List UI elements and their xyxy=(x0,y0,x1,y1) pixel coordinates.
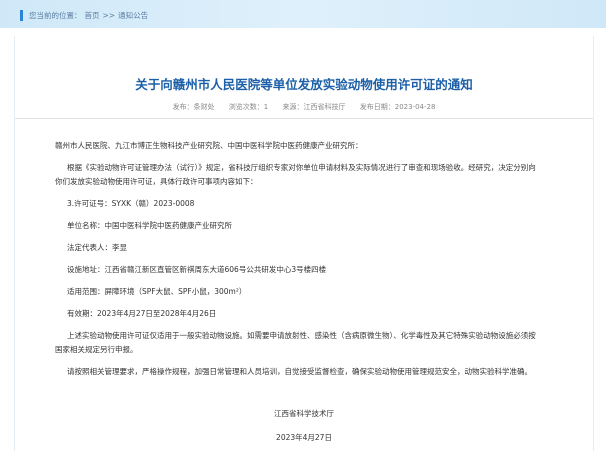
breadcrumb-marker xyxy=(20,9,23,21)
article-title: 关于向赣州市人民医院等单位发放实验动物使用许可证的通知 xyxy=(135,77,473,92)
breadcrumb-home-link[interactable]: 首页 xyxy=(85,10,100,21)
breadcrumb-section-link[interactable]: 通知公告 xyxy=(118,10,148,21)
license-number: 3.许可证号：SYXK（赣）2023-0008 xyxy=(67,199,195,208)
signature-date: 2023年4月27日 xyxy=(276,433,332,442)
title-divider xyxy=(15,118,593,119)
salutation: 赣州市人民医院、九江市博正生物科技产业研究院、中国中医科学院中医药健康产业研究所… xyxy=(55,141,363,150)
signature-org: 江西省科学技术厅 xyxy=(274,409,334,418)
location-bar: 您当前的位置： 首页 >> 通知公告 xyxy=(0,0,606,28)
applicable-scope: 适用范围：屏障环境（SPF大鼠、SPF小鼠，300m²） xyxy=(67,287,247,296)
unit-name: 单位名称：中国中医科学院中医药健康产业研究所 xyxy=(67,221,232,230)
article-container: 关于向赣州市人民医院等单位发放实验动物使用许可证的通知 发布：条财处 浏览次数：… xyxy=(14,36,594,451)
meta-views: 浏览次数：1 xyxy=(228,103,269,111)
facility-address: 设施地址：江西省赣江新区直管区新祺周东大道606号公共研发中心3号楼四楼 xyxy=(67,265,327,274)
page: 您当前的位置： 首页 >> 通知公告 关于向赣州市人民医院等单位发放实验动物使用… xyxy=(0,0,606,451)
breadcrumb: 您当前的位置： 首页 >> 通知公告 xyxy=(20,8,151,22)
intro-line-2: 你们发放实验动物使用许可证，具体行政许可事项内容如下： xyxy=(55,177,258,186)
breadcrumb-prefix: 您当前的位置： xyxy=(29,10,82,20)
intro-line-1: 根据《实验动物许可证管理办法（试行）》规定，省科技厅组织专家对你单位申请材料及实… xyxy=(67,163,536,172)
breadcrumb-separator: >> xyxy=(102,10,116,20)
validity-period: 有效期：2023年4月27日至2028年4月26日 xyxy=(67,309,217,318)
meta-publisher: 发布：条财处 xyxy=(172,103,215,111)
note-line-1: 上述实验动物使用许可证仅适用于一般实验动物设施。如需要申请放射性、感染性（含病原… xyxy=(67,331,536,340)
meta-date: 发布日期：2023-04-28 xyxy=(359,103,436,111)
closing-paragraph: 请按照相关管理要求，严格操作规程，加强日常管理和人员培训，自觉接受监督检查，确保… xyxy=(67,367,532,376)
article-meta: 发布：条财处 浏览次数：1 来源：江西省科技厅 发布日期：2023-04-28 xyxy=(15,102,593,112)
note-line-2: 国家相关规定另行申报。 xyxy=(55,345,138,354)
legal-representative: 法定代表人：李显 xyxy=(67,243,127,252)
meta-source: 来源：江西省科技厅 xyxy=(282,103,346,111)
